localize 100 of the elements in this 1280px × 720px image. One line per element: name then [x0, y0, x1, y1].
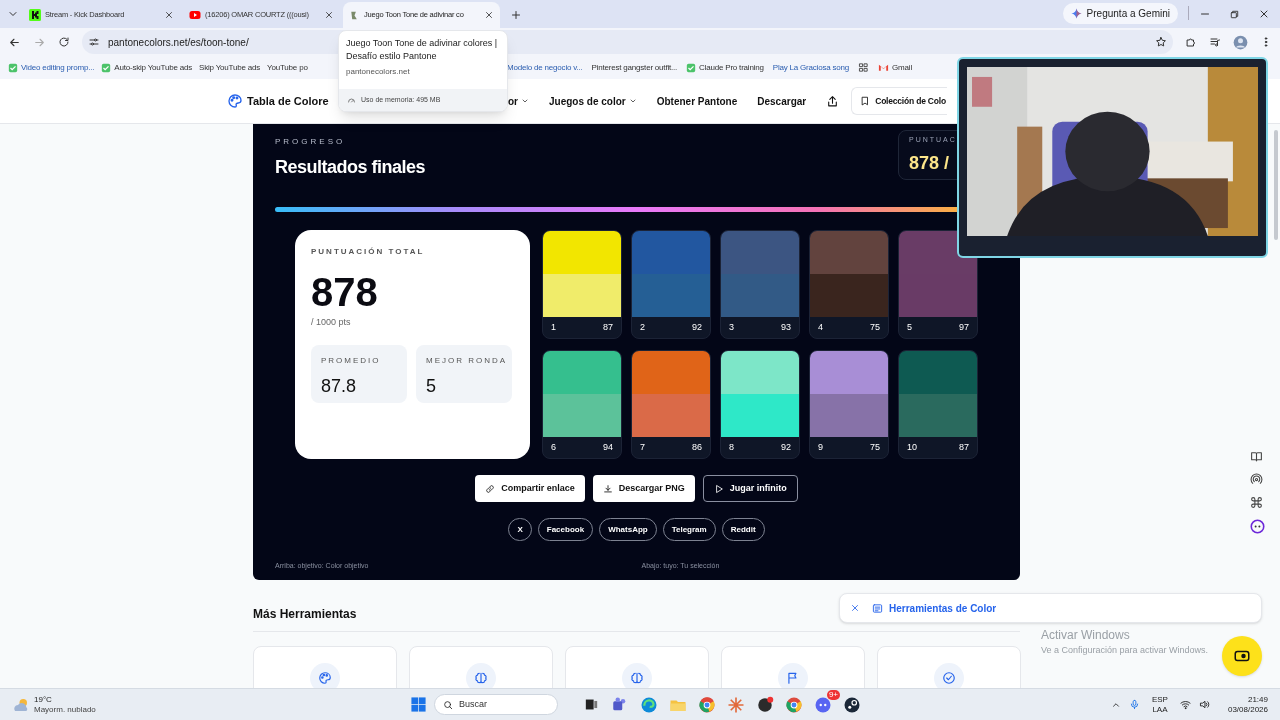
broadcast-icon[interactable] [1250, 473, 1263, 486]
total-score: 878 [311, 272, 379, 312]
volume-icon[interactable] [1198, 699, 1210, 710]
profile-avatar-icon[interactable] [1233, 34, 1248, 50]
close-icon[interactable] [1258, 8, 1270, 20]
dark-circle-app-icon[interactable] [756, 695, 774, 714]
round-score: 75 [870, 320, 880, 334]
book-icon[interactable] [1250, 450, 1263, 463]
sparkle-icon [1070, 8, 1082, 19]
flag-icon [786, 671, 800, 685]
assistant-face-icon[interactable] [1250, 519, 1265, 534]
action-button[interactable]: Jugar infinito [702, 475, 798, 502]
round-number: 8 [729, 440, 734, 454]
layout-text[interactable]: LAA [1152, 704, 1168, 715]
url-text: pantonecolors.net/es/toon-tone/ [108, 35, 249, 50]
bookmark-item[interactable]: Video editing promp... [8, 61, 95, 74]
action-button[interactable]: Compartir enlace [475, 475, 585, 502]
collection-button[interactable]: Colección de Colo [851, 87, 947, 115]
round-number: 2 [640, 320, 645, 334]
nav-link[interactable]: or [508, 93, 529, 109]
dark-round-app-icon[interactable] [843, 695, 861, 714]
chevron-down-icon [628, 97, 637, 105]
action-button[interactable]: Descargar PNG [592, 475, 695, 502]
chevron-down-icon [521, 97, 529, 105]
bookmark-item[interactable]: Play La Graciosa song [772, 61, 850, 74]
round-number: 10 [907, 440, 917, 454]
clock-date[interactable]: 03/08/2026 [1227, 704, 1268, 715]
round-number: 5 [907, 320, 912, 334]
round-number: 1 [551, 320, 556, 334]
new-tab-icon[interactable] [510, 9, 522, 21]
starburst-icon[interactable] [727, 695, 745, 714]
puzzle-icon[interactable] [1185, 36, 1197, 48]
link-icon [485, 483, 496, 494]
round-number: 4 [818, 320, 823, 334]
play-favicon-icon [189, 9, 201, 21]
apps-grid-icon[interactable] [858, 62, 870, 73]
microphone-icon[interactable] [1128, 699, 1140, 710]
nav-link[interactable]: Juegos de color [549, 93, 637, 109]
hover-card-domain: pantonecolors.net [345, 66, 411, 78]
taskbar-search-field[interactable]: Buscar [434, 694, 558, 715]
nav-link[interactable]: Descargar [757, 93, 807, 109]
check-favicon-icon [101, 62, 112, 73]
share-icon[interactable] [826, 94, 840, 108]
max-score-text: / 1000 pts [311, 316, 352, 329]
stat-label: PROMEDIO [321, 354, 382, 367]
restore-icon[interactable] [1229, 8, 1240, 20]
stat-value: 5 [426, 374, 437, 398]
bookmark-item[interactable]: Gmail [878, 61, 912, 74]
section-eyebrow: PROGRESO [275, 136, 347, 148]
brain-icon [630, 671, 644, 685]
wifi-icon[interactable] [1179, 699, 1191, 710]
weather-text: Mayorm. nublado [34, 704, 96, 715]
bookmark-item[interactable]: Auto-skip YouTube ads [101, 61, 193, 74]
score-value: 878 / [909, 151, 951, 175]
brain-icon [474, 671, 488, 685]
reload-icon[interactable] [58, 36, 70, 48]
star-icon[interactable] [1155, 36, 1167, 48]
bookmark-item[interactable]: Skip YouTube ads [199, 61, 261, 74]
gemini-button[interactable]: Pregunta a Gemini [1062, 3, 1178, 24]
site-logo[interactable]: Tabla de Colore [227, 92, 335, 110]
command-icon[interactable] [1250, 496, 1263, 509]
round-score: 86 [692, 440, 702, 454]
swirl-app-icon[interactable] [640, 695, 658, 714]
round-score: 75 [870, 440, 880, 454]
weather-temp: 19°C [34, 694, 53, 705]
site-settings-icon[interactable] [88, 36, 100, 48]
round-score: 93 [781, 320, 791, 334]
close-icon[interactable] [484, 10, 494, 20]
round-score: 87 [959, 440, 969, 454]
bookmark-item[interactable]: Pinterest gangster outfit... [591, 61, 678, 74]
round-score: 92 [692, 320, 702, 334]
tools-bar[interactable]: Herramientas de Color [839, 593, 1262, 623]
stat-value: 87.8 [321, 374, 358, 398]
round-number: 6 [551, 440, 556, 454]
card-label: PUNTUACIÓN TOTAL [311, 246, 426, 258]
clock-time[interactable]: 21:49 [1247, 694, 1268, 705]
list-icon [872, 602, 883, 614]
bookmark-icon [860, 96, 871, 106]
close-icon[interactable] [324, 10, 334, 20]
check-favicon-icon [8, 62, 18, 73]
bookmark-item[interactable]: Claude Pro training [686, 61, 764, 74]
palette-icon [318, 671, 332, 685]
round-browser-icon[interactable] [698, 695, 716, 714]
gauge-icon [347, 95, 356, 105]
media-icon[interactable] [1209, 36, 1221, 48]
bookmark-item[interactable]: YouTube po [267, 61, 308, 74]
round-browser-icon[interactable] [785, 695, 803, 714]
start-grid-icon[interactable] [410, 696, 427, 713]
nav-link[interactable]: Obtener Pantone [656, 93, 738, 109]
download-icon [602, 483, 613, 494]
check-circle-icon [942, 671, 956, 685]
play-icon [713, 483, 724, 494]
bookmark-item[interactable]: Modelo de negocio v... [507, 61, 583, 74]
close-icon[interactable] [164, 10, 174, 20]
language-text[interactable]: ESP [1151, 694, 1168, 705]
activation-text: Ve a Configuración para activar Windows. [1041, 644, 1209, 657]
scrollbar-thumb[interactable] [1274, 130, 1278, 240]
chat-app-icon[interactable] [814, 695, 832, 714]
letter-k-favicon-icon [29, 9, 41, 21]
round-score: 87 [603, 320, 613, 334]
